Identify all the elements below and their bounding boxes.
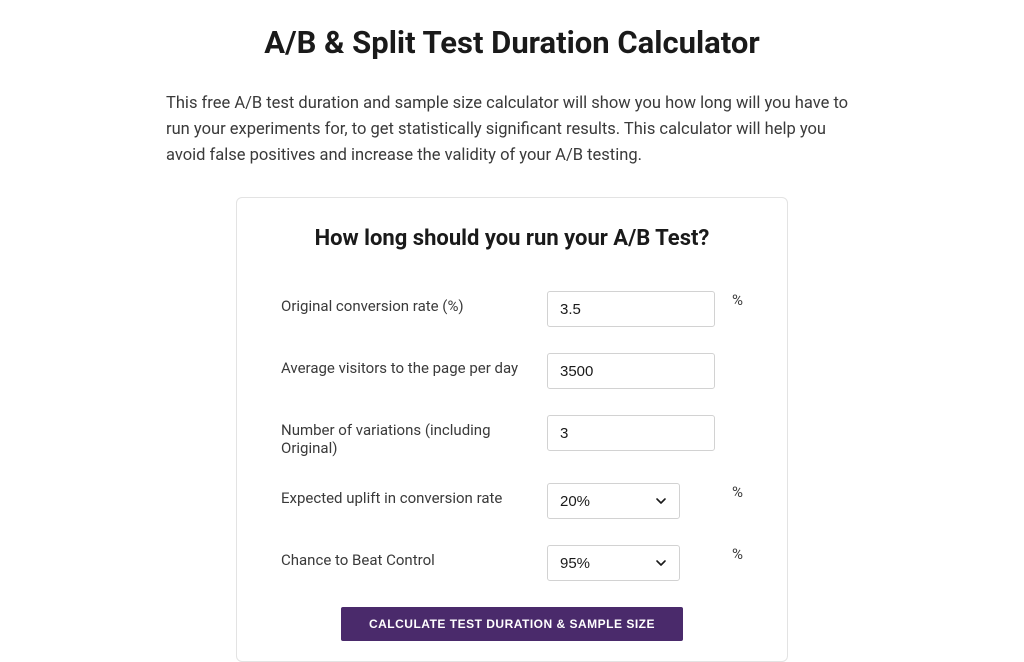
suffix-uplift: % [715,483,743,501]
label-uplift: Expected uplift in conversion rate [281,483,547,507]
row-variations: Number of variations (including Original… [281,415,743,457]
label-visitors: Average visitors to the page per day [281,353,547,377]
calculate-button[interactable]: CALCULATE TEST DURATION & SAMPLE SIZE [341,607,683,641]
row-chance-beat: Chance to Beat Control 95% % [281,545,743,581]
row-uplift: Expected uplift in conversion rate 20% % [281,483,743,519]
label-conversion-rate: Original conversion rate (%) [281,291,547,315]
page-description: This free A/B test duration and sample s… [162,91,862,169]
suffix-chance-beat: % [715,545,743,563]
label-chance-beat: Chance to Beat Control [281,545,547,569]
suffix-conversion-rate: % [715,291,743,309]
row-visitors: Average visitors to the page per day [281,353,743,389]
label-variations: Number of variations (including Original… [281,415,547,457]
calculator-card: How long should you run your A/B Test? O… [236,197,788,662]
input-variations[interactable] [547,415,715,451]
select-chance-beat[interactable]: 95% [547,545,680,581]
card-title: How long should you run your A/B Test? [281,226,743,251]
page-title: A/B & Split Test Duration Calculator [162,24,862,61]
input-visitors[interactable] [547,353,715,389]
input-conversion-rate[interactable] [547,291,715,327]
row-conversion-rate: Original conversion rate (%) % [281,291,743,327]
select-uplift[interactable]: 20% [547,483,680,519]
